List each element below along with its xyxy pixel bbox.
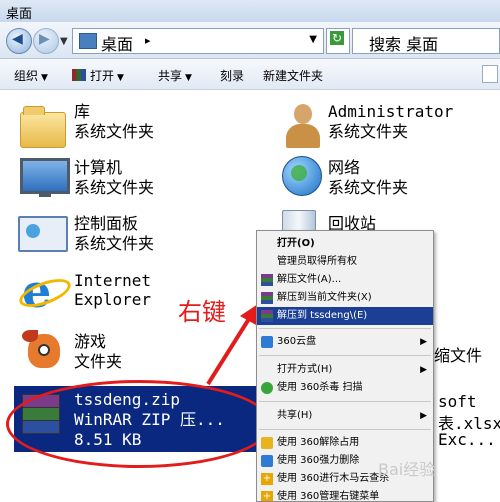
- refresh-button[interactable]: ↻: [326, 28, 350, 54]
- menu-extract-files-label: 解压文件(A)...: [277, 274, 342, 285]
- menu-open-with[interactable]: 打开方式(H) ▶: [257, 361, 433, 379]
- control-panel-name[interactable]: 控制面板: [74, 214, 138, 233]
- cloud-icon: [261, 336, 273, 348]
- computer-name[interactable]: 计算机: [74, 158, 122, 177]
- command-toolbar: 组织 ▼ 打开 ▼ 共享 ▼ 刻录 新建文件夹: [0, 59, 500, 90]
- library-type: 系统文件夹: [74, 122, 155, 141]
- address-box[interactable]: 桌面 ▸ ▼: [72, 28, 324, 54]
- winrar-icon: [72, 69, 86, 81]
- menu-separator: [259, 355, 431, 356]
- search-placeholder: 搜索 桌面: [369, 35, 439, 54]
- menu-take-ownership-label: 管理员取得所有权: [277, 256, 357, 267]
- menu-extract-to-folder[interactable]: 解压到 tssdeng\(E): [257, 307, 433, 325]
- library-name[interactable]: 库: [74, 102, 90, 121]
- network-name[interactable]: 网络: [328, 158, 360, 177]
- menu-open[interactable]: 打开(O): [257, 235, 433, 253]
- menu-extract-here[interactable]: 解压到当前文件夹(X): [257, 289, 433, 307]
- submenu-arrow-icon: ▶: [420, 365, 427, 375]
- excel-item-fragment[interactable]: Exc...: [438, 430, 496, 449]
- menu-separator: [259, 429, 431, 430]
- ie-name-line1[interactable]: Internet: [74, 271, 151, 290]
- menu-share[interactable]: 共享(H) ▶: [257, 407, 433, 425]
- games-folder-icon[interactable]: [22, 328, 64, 374]
- annotation-circle: [6, 380, 272, 468]
- submenu-arrow-icon: ▶: [420, 411, 427, 421]
- control-panel-type: 系统文件夹: [74, 234, 155, 253]
- open-label: 打开: [90, 69, 115, 83]
- menu-extract-to-folder-label: 解压到 tssdeng\(E): [277, 310, 368, 321]
- menu-360-scan-label: 使用 360杀毒 扫描: [277, 382, 363, 393]
- menu-open-with-label: 打开方式(H): [277, 364, 333, 375]
- winrar-icon: [261, 274, 273, 286]
- archive-file-name-fragment[interactable]: 缩文件: [434, 342, 482, 366]
- forward-button[interactable]: ▶: [33, 28, 59, 54]
- plus-icon: +: [261, 491, 273, 502]
- network-type: 系统文件夹: [328, 178, 409, 197]
- address-dropdown-icon[interactable]: ▼: [309, 34, 317, 45]
- office-item-fragment[interactable]: soft: [438, 392, 477, 411]
- menu-share-label: 共享(H): [277, 410, 313, 421]
- window-title: 桌面: [6, 7, 33, 22]
- watermark: Bai经验: [378, 460, 436, 479]
- new-folder-button[interactable]: 新建文件夹: [263, 67, 323, 84]
- organize-label: 组织: [14, 69, 39, 83]
- open-button[interactable]: 打开 ▼: [72, 67, 124, 84]
- menu-separator: [259, 328, 431, 329]
- games-type: 文件夹: [74, 352, 123, 371]
- network-icon[interactable]: [282, 156, 322, 196]
- recent-pages-dropdown-icon[interactable]: ▼: [60, 36, 68, 47]
- menu-360-cloud-label: 360云盘: [277, 336, 317, 347]
- games-name[interactable]: 游戏: [74, 332, 106, 351]
- winrar-icon: [261, 292, 273, 304]
- back-arrow-icon: ◀: [12, 31, 23, 47]
- address-location[interactable]: 桌面: [101, 31, 133, 55]
- back-button[interactable]: ◀: [6, 28, 32, 54]
- menu-360-trojan-scan-label: 使用 360进行木马云查杀: [277, 473, 390, 484]
- menu-360-scan[interactable]: 使用 360杀毒 扫描: [257, 379, 433, 397]
- forward-arrow-icon: ▶: [39, 31, 50, 47]
- user-folder-icon[interactable]: [282, 104, 322, 148]
- menu-360-force-delete-label: 使用 360强力删除: [277, 455, 360, 466]
- computer-type: 系统文件夹: [74, 178, 155, 197]
- search-input[interactable]: 搜索 桌面: [352, 28, 500, 54]
- organize-button[interactable]: 组织 ▼: [14, 67, 48, 84]
- plus-icon: +: [261, 473, 273, 485]
- burn-button[interactable]: 刻录: [220, 67, 244, 84]
- internet-explorer-icon[interactable]: e: [15, 264, 75, 318]
- control-panel-icon[interactable]: [18, 216, 68, 252]
- delete-icon: [261, 455, 273, 467]
- administrator-type: 系统文件夹: [328, 122, 409, 141]
- desktop-icon: [79, 33, 97, 49]
- breadcrumb-arrow-icon[interactable]: ▸: [145, 34, 151, 47]
- address-bar-area: ◀ ▶ ▼ 桌面 ▸ ▼ ↻ 搜索 桌面: [0, 22, 500, 59]
- computer-icon[interactable]: [20, 158, 70, 197]
- menu-open-label: 打开(O): [277, 238, 315, 249]
- menu-extract-files[interactable]: 解压文件(A)...: [257, 271, 433, 289]
- ie-name-line2[interactable]: Explorer: [74, 290, 151, 309]
- menu-take-ownership[interactable]: 管理员取得所有权: [257, 253, 433, 271]
- administrator-name[interactable]: Administrator: [328, 102, 453, 121]
- menu-360-unlock[interactable]: 使用 360解除占用: [257, 434, 433, 452]
- menu-360-unlock-label: 使用 360解除占用: [277, 437, 360, 448]
- unlock-icon: [261, 437, 273, 449]
- menu-extract-here-label: 解压到当前文件夹(X): [277, 292, 372, 303]
- share-button[interactable]: 共享 ▼: [158, 67, 192, 84]
- submenu-arrow-icon: ▶: [420, 337, 427, 347]
- winrar-icon: [261, 310, 273, 322]
- share-label: 共享: [158, 69, 183, 83]
- shield-icon: [261, 382, 273, 394]
- library-folder-icon[interactable]: [20, 106, 66, 148]
- menu-separator: [259, 401, 431, 402]
- menu-360-cloud[interactable]: 360云盘 ▶: [257, 333, 433, 351]
- refresh-icon: ↻: [330, 31, 344, 45]
- view-options-icon[interactable]: [482, 65, 498, 83]
- window-titlebar: 桌面: [0, 0, 500, 23]
